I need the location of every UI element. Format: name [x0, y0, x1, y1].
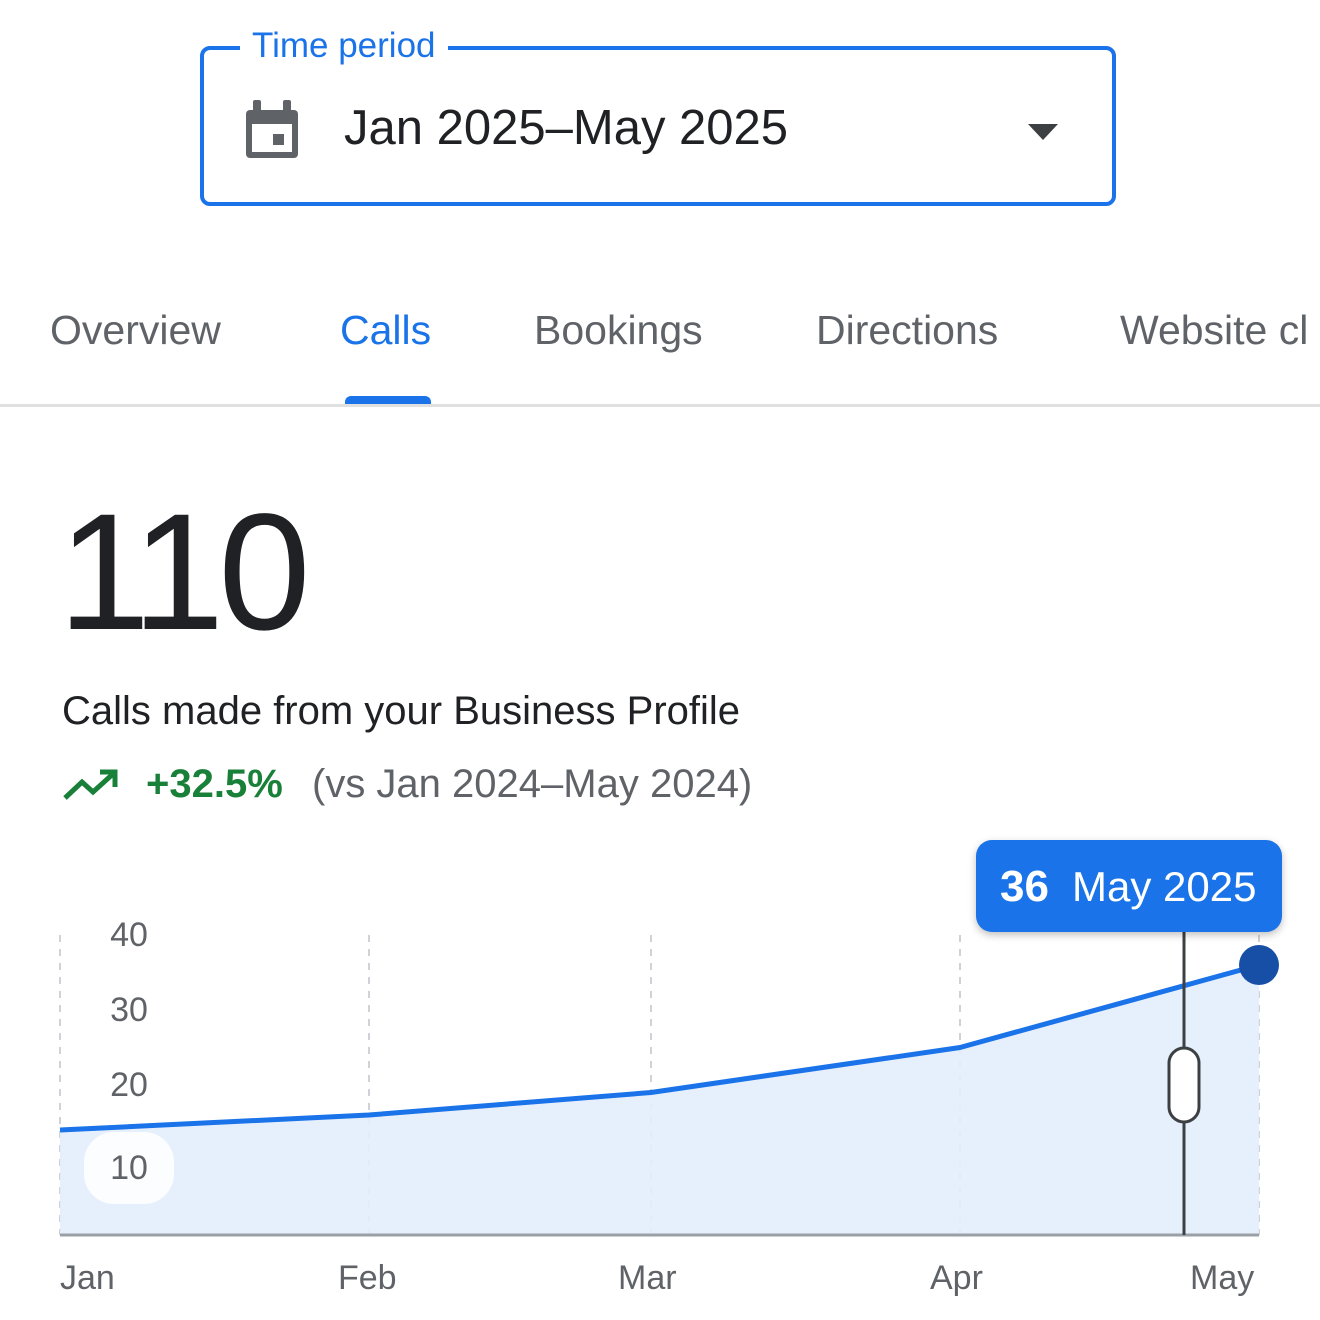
tab-bookings[interactable]: Bookings — [534, 304, 703, 356]
tab-overview[interactable]: Overview — [50, 304, 221, 356]
trending-up-icon — [63, 769, 118, 800]
active-tab-indicator — [345, 396, 431, 404]
y-tick-label: 30 — [110, 991, 148, 1029]
time-period-dropdown[interactable]: Time period Jan 2025–May 2025 — [200, 22, 1116, 206]
tab-directions[interactable]: Directions — [816, 304, 998, 356]
y-tick-label: 20 — [110, 1066, 148, 1104]
tooltip-value: 36 — [1000, 862, 1049, 911]
y-tick-label: 10 — [84, 1132, 174, 1204]
y-tick-label: 40 — [110, 916, 148, 954]
x-tick-label-mar: Mar — [618, 1259, 677, 1297]
total-calls-value: 110 — [58, 480, 311, 665]
scrubber-handle[interactable] — [1167, 1046, 1201, 1124]
tabs-divider — [0, 404, 1320, 407]
data-point-may — [1239, 945, 1279, 985]
calls-chart[interactable]: 36 May 2025 40 30 20 10 Jan Feb Mar Apr May — [0, 830, 1320, 1320]
x-tick-label-jan: Jan — [60, 1259, 115, 1297]
tooltip-date: May 2025 — [1072, 863, 1257, 910]
tab-website-clicks[interactable]: Website cl — [1120, 304, 1308, 356]
time-period-label: Time period — [240, 22, 448, 70]
x-tick-label-feb: Feb — [338, 1259, 397, 1297]
chart-tooltip: 36 May 2025 — [976, 840, 1282, 932]
x-tick-label-may: May — [1190, 1259, 1255, 1297]
change-percentage: +32.5% — [146, 762, 283, 806]
area-fill — [60, 965, 1259, 1235]
calendar-icon — [246, 100, 298, 158]
arrow-drop-down-icon[interactable] — [1026, 122, 1060, 142]
tab-calls[interactable]: Calls — [340, 304, 431, 356]
time-period-value: Jan 2025–May 2025 — [344, 101, 789, 155]
metric-description: Calls made from your Business Profile — [62, 689, 741, 733]
metric-tabs: Overview Calls Bookings Directions Websi… — [0, 290, 1320, 406]
x-tick-label-apr: Apr — [930, 1259, 983, 1297]
comparison-period: (vs Jan 2024–May 2024) — [312, 762, 753, 806]
